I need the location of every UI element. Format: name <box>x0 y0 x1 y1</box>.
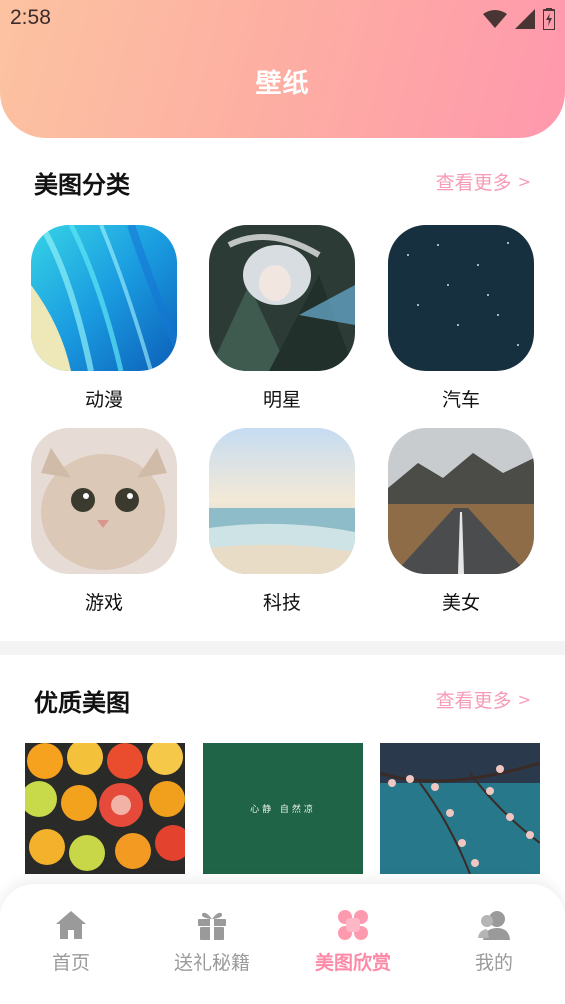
tab-profile[interactable]: 我的 <box>424 908 564 975</box>
category-label: 美女 <box>441 592 480 614</box>
category-star[interactable]: 明星 <box>209 225 355 412</box>
category-label: 动漫 <box>84 389 123 411</box>
photo-citrus[interactable] <box>25 743 185 874</box>
star-thumbnail <box>209 225 355 371</box>
quality-section-header: 优质美图 查看更多 > <box>0 681 565 721</box>
tab-label: 首页 <box>51 952 90 974</box>
page-title: 壁纸 <box>255 69 310 99</box>
car-thumbnail <box>388 225 534 371</box>
photo-blossom[interactable] <box>380 743 540 874</box>
status-time: 2:58 <box>10 6 51 29</box>
section-divider <box>0 641 565 655</box>
home-icon <box>56 911 86 939</box>
category-game[interactable]: 游戏 <box>31 428 177 615</box>
quality-more-label: 查看更多 <box>435 690 512 712</box>
tab-gallery[interactable]: 美图欣赏 <box>283 908 423 975</box>
beauty-thumbnail <box>388 428 534 574</box>
photo-caption: 心静 自然凉 <box>250 805 316 815</box>
photo-green[interactable]: 心静 自然凉 <box>203 743 363 874</box>
category-label: 汽车 <box>441 389 480 411</box>
quality-more-link[interactable]: 查看更多 > <box>436 686 531 713</box>
category-beauty[interactable]: 美女 <box>388 428 534 615</box>
categories-section-header: 美图分类 查看更多 > <box>0 163 565 203</box>
user-icon <box>478 911 510 940</box>
tab-home[interactable]: 首页 <box>1 908 141 975</box>
category-anime[interactable]: 动漫 <box>31 225 177 412</box>
category-label: 科技 <box>262 592 301 614</box>
tab-gift[interactable]: 送礼秘籍 <box>142 908 282 975</box>
signal-icon <box>515 9 535 29</box>
anime-thumbnail <box>31 225 177 371</box>
chevron-right-icon: > <box>517 172 531 191</box>
wifi-icon <box>483 10 507 28</box>
tab-label: 美图欣赏 <box>314 952 391 974</box>
gift-icon <box>198 912 226 940</box>
categories-more-label: 查看更多 <box>435 172 512 194</box>
categories-title: 美图分类 <box>34 171 130 199</box>
quality-title: 优质美图 <box>34 689 130 717</box>
tech-thumbnail <box>209 428 355 574</box>
category-label: 游戏 <box>84 592 123 614</box>
category-tech[interactable]: 科技 <box>209 428 355 615</box>
tab-label: 送礼秘籍 <box>173 952 250 974</box>
bottom-tab-bar: 首页 送礼秘籍 美图欣赏 我的 <box>0 884 565 1004</box>
tab-label: 我的 <box>474 952 513 974</box>
app-header: 2:58 壁纸 <box>0 0 565 138</box>
clover-icon <box>338 910 368 940</box>
category-label: 明星 <box>262 389 301 411</box>
categories-more-link[interactable]: 查看更多 > <box>436 168 531 195</box>
category-car[interactable]: 汽车 <box>388 225 534 412</box>
battery-icon <box>543 8 555 30</box>
status-icons <box>483 8 555 30</box>
game-thumbnail <box>31 428 177 574</box>
chevron-right-icon: > <box>517 690 531 709</box>
